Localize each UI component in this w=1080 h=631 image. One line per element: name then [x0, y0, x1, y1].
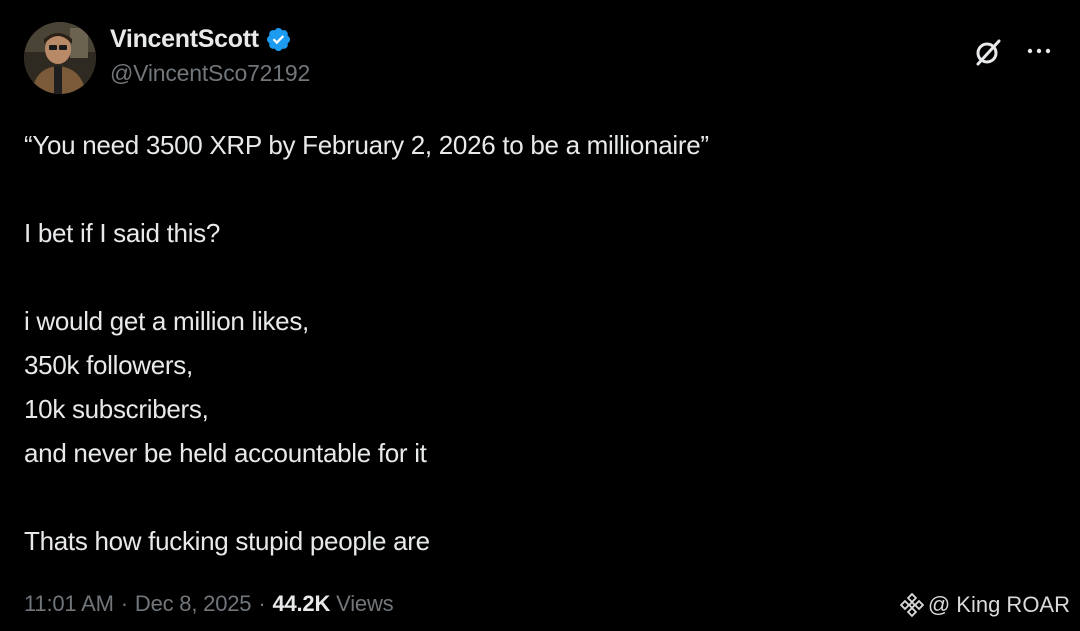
- tweet-meta: 11:01 AM · Dec 8, 2025 · 44.2K Views: [24, 588, 394, 620]
- tweet-time[interactable]: 11:01 AM: [24, 591, 114, 617]
- watermark: @ King ROAR: [899, 590, 1070, 620]
- tweet-card: VincentScott @VincentSco72192 “You need …: [0, 0, 1080, 631]
- author-handle[interactable]: @VincentSco72192: [110, 60, 310, 87]
- tweet-text: “You need 3500 XRP by February 2, 2026 t…: [24, 123, 1044, 563]
- binance-logo-icon: [899, 593, 924, 617]
- author-display-name[interactable]: VincentScott: [110, 25, 259, 54]
- meta-separator: ·: [258, 591, 266, 616]
- tweet-text-line: Thats how fucking stupid people are: [24, 526, 430, 556]
- tweet-text-line: I bet if I said this?: [24, 218, 221, 248]
- views-label: Views: [336, 591, 394, 616]
- tweet-text-line: and never be held accountable for it: [24, 438, 427, 468]
- avatar-image: [24, 22, 96, 94]
- tweet-text-line: “You need 3500 XRP by February 2, 2026 t…: [24, 130, 709, 160]
- more-options-icon[interactable]: [1024, 36, 1054, 66]
- tweet-text-line: i would get a million likes,: [24, 306, 309, 336]
- grok-icon[interactable]: [972, 36, 1004, 68]
- author-name-row: VincentScott: [110, 22, 292, 56]
- tweet-date[interactable]: Dec 8, 2025: [135, 591, 252, 617]
- tweet-text-line: 10k subscribers,: [24, 394, 209, 424]
- verified-badge-icon: [266, 27, 290, 51]
- watermark-text: @ King ROAR: [927, 592, 1070, 617]
- meta-separator: ·: [120, 591, 128, 616]
- tweet-text-line: 350k followers,: [24, 350, 193, 380]
- views-count: 44.2K: [272, 591, 331, 616]
- avatar[interactable]: [24, 22, 96, 94]
